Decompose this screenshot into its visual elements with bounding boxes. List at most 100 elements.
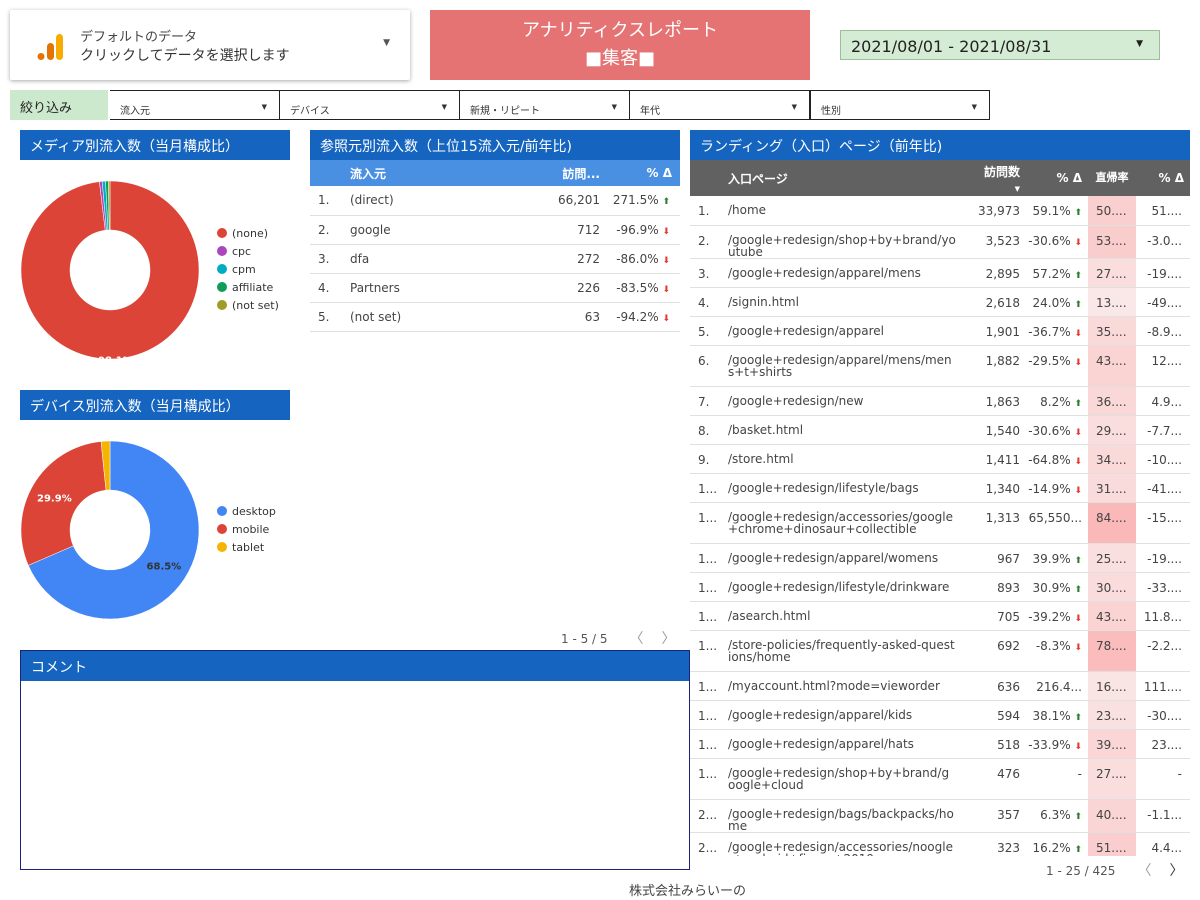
legend-label: affiliate	[232, 280, 274, 294]
pct-cell: -86.0% ⬇	[600, 244, 680, 274]
pct-cell: 24.0% ⬆	[1020, 287, 1088, 317]
pct-cell: 8.2% ⬆	[1020, 386, 1088, 416]
table-row[interactable]: 5. (not set) 63 -94.2% ⬇	[310, 302, 680, 332]
media-legend-item[interactable]: cpc	[217, 242, 279, 260]
table-row[interactable]: 2. google 712 -96.9% ⬇	[310, 215, 680, 245]
page-cell: /signin.html	[720, 287, 960, 317]
table-row[interactable]: 1.../google+redesign/lifestyle/bags 1,340…	[690, 473, 1190, 503]
next-page-icon[interactable]: 〉	[1169, 863, 1183, 879]
bounce-cell: 35....	[1088, 316, 1136, 346]
date-range-picker[interactable]: 2021/08/01 - 2021/08/31 ▼	[840, 30, 1160, 60]
col-visits[interactable]: 訪問...	[525, 160, 600, 186]
pct2-cell: -8.9...	[1136, 316, 1190, 346]
table-row[interactable]: 1.../google+redesign/apparel/womens 967 39…	[690, 543, 1190, 573]
col-pct[interactable]: % Δ	[1020, 160, 1088, 196]
table-row[interactable]: 3. dfa 272 -86.0% ⬇	[310, 244, 680, 274]
chevron-down-icon: ▼	[611, 103, 617, 111]
col-landing-page[interactable]: 入口ページ	[720, 160, 960, 196]
page-cell: /google+redesign/apparel/mens	[720, 258, 960, 288]
media-legend-item[interactable]: affiliate	[217, 278, 279, 296]
device-legend-item[interactable]: desktop	[217, 502, 276, 520]
table-row[interactable]: 1.../google+redesign/accessories/google+…	[690, 502, 1190, 544]
media-legend-item[interactable]: (not set)	[217, 296, 279, 314]
table-row[interactable]: 1.../myaccount.html?mode=vieworder 636 216…	[690, 671, 1190, 701]
table-row[interactable]: 9./store.html 1,411 -64.8% ⬇ 34.... -10....	[690, 444, 1190, 474]
pct2-cell: 12....	[1136, 345, 1190, 387]
table-row[interactable]: 1.../google+redesign/lifestyle/drinkware…	[690, 572, 1190, 602]
table-row[interactable]: 1./home 33,973 59.1% ⬆ 50.... 51....	[690, 196, 1190, 226]
arrow-up-icon: ⬆	[1074, 584, 1082, 595]
table-row[interactable]: 8./basket.html 1,540 -30.6% ⬇ 29.... -7.7...	[690, 415, 1190, 445]
table-row[interactable]: 4./signin.html 2,618 24.0% ⬆ 13.... -49....	[690, 287, 1190, 317]
legend-dot-icon	[217, 506, 227, 516]
pct-cell: -96.9% ⬇	[600, 215, 680, 245]
bounce-cell: 13....	[1088, 287, 1136, 317]
col-pct[interactable]: % Δ	[600, 160, 680, 186]
table-row[interactable]: 1.../google+redesign/shop+by+brand/googl…	[690, 758, 1190, 800]
visits-cell: 967	[960, 543, 1020, 573]
table-row[interactable]: 2.../google+redesign/bags/backpacks/home…	[690, 799, 1190, 833]
page-cell: /google+redesign/lifestyle/drinkware	[720, 572, 960, 602]
col-pct2[interactable]: % Δ	[1136, 160, 1190, 196]
device-legend-item[interactable]: mobile	[217, 520, 276, 538]
table-row[interactable]: 1.../google+redesign/apparel/hats 518 -33.…	[690, 729, 1190, 759]
table-row[interactable]: 1. (direct) 66,201 271.5% ⬆	[310, 186, 680, 216]
media-legend-item[interactable]: cpm	[217, 260, 279, 278]
visits-cell: 518	[960, 729, 1020, 759]
table-row[interactable]: 5./google+redesign/apparel 1,901 -36.7% ⬇ 3…	[690, 316, 1190, 346]
filter-source[interactable]: 流入元 ▼	[110, 90, 280, 120]
pct-cell: -64.8% ⬇	[1020, 444, 1088, 474]
visits-cell: 2,618	[960, 287, 1020, 317]
data-source-selector[interactable]: デフォルトのデータ クリックしてデータを選択します ▼	[10, 10, 410, 80]
visits-cell: 692	[960, 630, 1020, 672]
prev-page-icon[interactable]: 〈	[1137, 863, 1151, 879]
page-cell: /google+redesign/accessories/noogler+and…	[720, 832, 960, 856]
arrow-down-icon: ⬇	[1074, 328, 1082, 339]
prev-page-icon[interactable]: 〈	[630, 631, 644, 647]
bounce-cell: 43....	[1088, 345, 1136, 387]
table-row[interactable]: 1.../store-policies/frequently-asked-que…	[690, 630, 1190, 672]
table-row[interactable]: 3./google+redesign/apparel/mens 2,895 57.2…	[690, 258, 1190, 288]
row-index: 1...	[690, 630, 720, 672]
filter-age-label: 年代	[640, 106, 660, 117]
media-legend-item[interactable]: (none)	[217, 224, 279, 242]
bounce-cell: 23....	[1088, 700, 1136, 730]
page-cell: /google+redesign/bags/backpacks/home	[720, 799, 960, 833]
col-visits[interactable]: 訪問数 ▼	[960, 160, 1020, 196]
pct2-cell: -30....	[1136, 700, 1190, 730]
legend-dot-icon	[217, 300, 227, 310]
table-row[interactable]: 2./google+redesign/shop+by+brand/youtube…	[690, 225, 1190, 259]
arrow-up-icon: ⬆	[1074, 811, 1082, 822]
filter-age[interactable]: 年代 ▼	[630, 90, 810, 120]
table-row[interactable]: 6./google+redesign/apparel/mens/mens+t+s…	[690, 345, 1190, 387]
row-index: 1...	[690, 671, 720, 701]
table-row[interactable]: 2.../google+redesign/accessories/noogler…	[690, 832, 1190, 856]
table-row[interactable]: 7./google+redesign/new 1,863 8.2% ⬆ 36.... 4…	[690, 386, 1190, 416]
next-page-icon[interactable]: 〉	[662, 631, 676, 647]
table-row[interactable]: 1.../asearch.html 705 -39.2% ⬇ 43.... 11.8..…	[690, 601, 1190, 631]
row-index: 1.	[310, 186, 350, 216]
pct-cell: -30.6% ⬇	[1020, 415, 1088, 445]
device-legend-item[interactable]: tablet	[217, 538, 276, 556]
filter-new-returning[interactable]: 新規・リピート ▼	[460, 90, 630, 120]
filter-gender[interactable]: 性別 ▼	[810, 90, 990, 120]
col-bounce[interactable]: 直帰率	[1088, 160, 1136, 196]
row-index: 1...	[690, 543, 720, 573]
table-row[interactable]: 4. Partners 226 -83.5% ⬇	[310, 273, 680, 303]
pct-cell: 16.2% ⬆	[1020, 832, 1088, 856]
visits-cell: 705	[960, 601, 1020, 631]
arrow-down-icon: ⬇	[1074, 427, 1082, 438]
pct2-cell: 11.8...	[1136, 601, 1190, 631]
table-row[interactable]: 1.../google+redesign/apparel/kids 594 38.1…	[690, 700, 1190, 730]
comment-box[interactable]: コメント	[20, 650, 690, 870]
legend-label: cpc	[232, 244, 252, 258]
arrow-up-icon: ⬆	[1074, 299, 1082, 310]
filter-device[interactable]: デバイス ▼	[280, 90, 460, 120]
row-index: 3.	[690, 258, 720, 288]
col-source[interactable]: 流入元	[350, 160, 525, 186]
visits-cell: 357	[960, 799, 1020, 833]
legend-label: mobile	[232, 522, 270, 536]
visits-cell: 2,895	[960, 258, 1020, 288]
device-slice-label: 68.5%	[147, 561, 182, 572]
source-cell: (direct)	[350, 186, 525, 216]
